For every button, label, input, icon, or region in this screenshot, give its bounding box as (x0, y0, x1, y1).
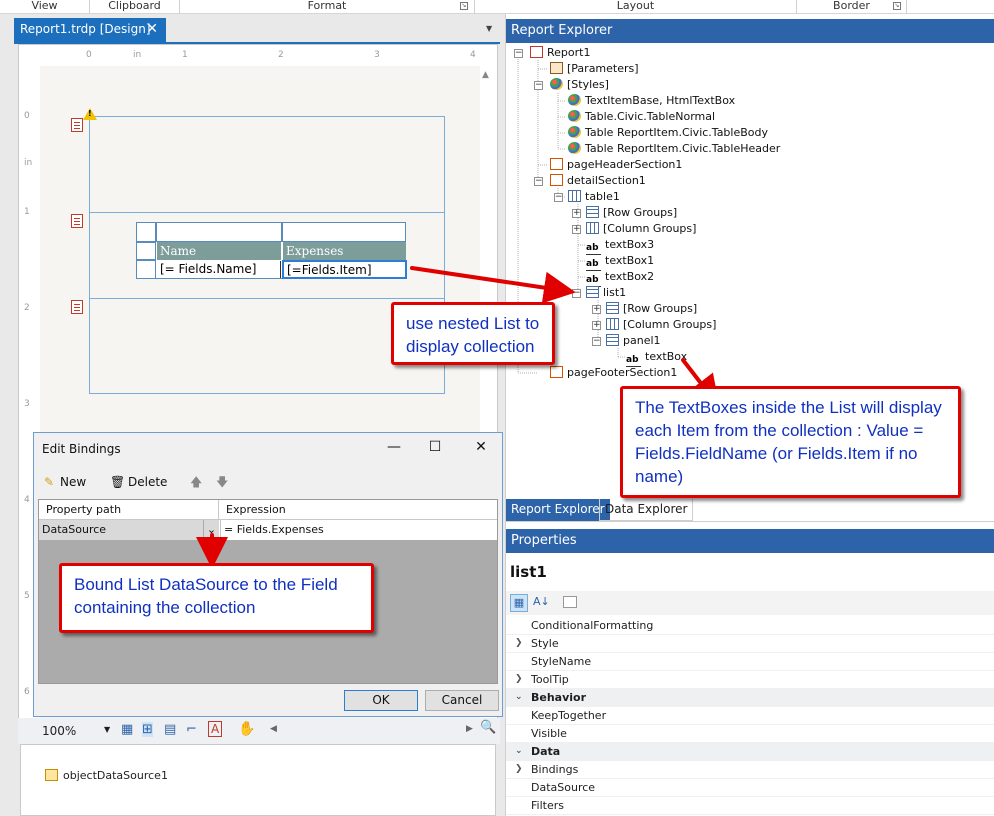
callout-datasource: Bound List DataSource to the Field conta… (59, 563, 374, 633)
callout-nested-list: use nested List to display collection (391, 302, 555, 365)
callout-textboxes: The TextBoxes inside the List will displ… (620, 386, 961, 498)
arrow-to-list (410, 266, 576, 304)
